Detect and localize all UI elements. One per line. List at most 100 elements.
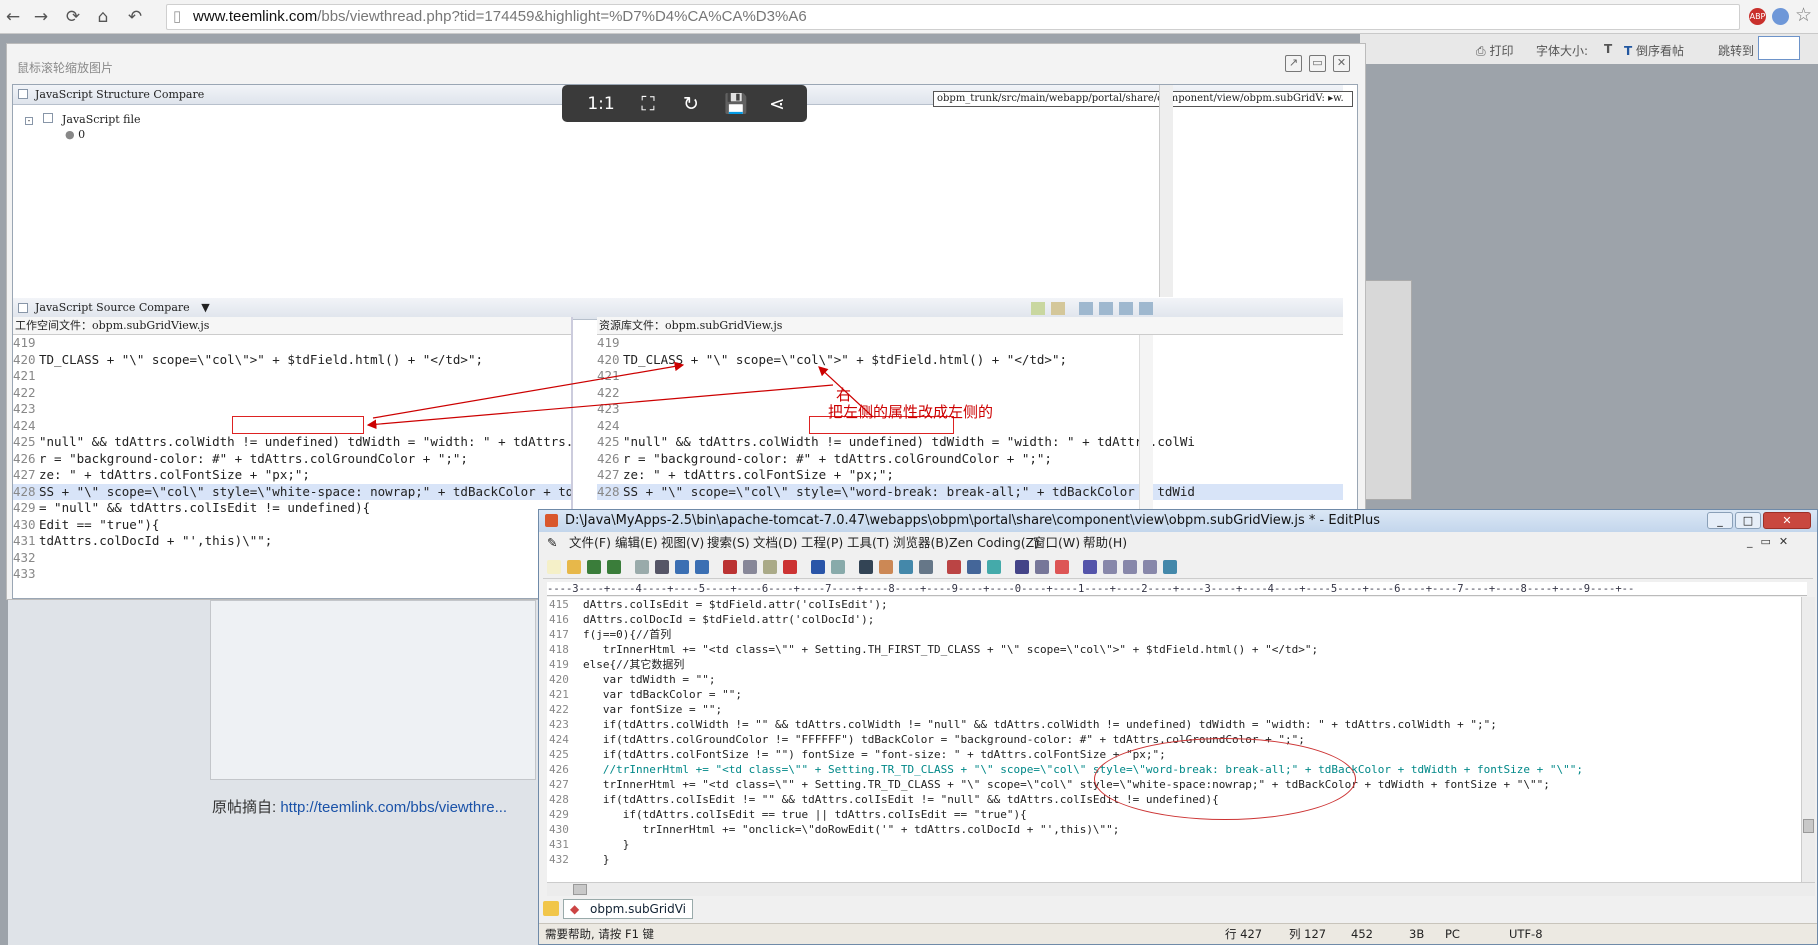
- line-text: trInnerHtml += "onclick=\"doRowEdit('" +…: [583, 823, 1120, 836]
- print-icon: ⎙: [1476, 44, 1486, 58]
- save-all-icon[interactable]: [607, 560, 621, 574]
- bookmark-star-icon[interactable]: ☆: [1795, 4, 1812, 26]
- open-icon[interactable]: [567, 560, 581, 574]
- menu-item[interactable]: 浏览器(B): [893, 533, 949, 553]
- code-line: 419 else{//其它数据列: [547, 657, 1801, 672]
- rotate-icon[interactable]: ↻: [679, 92, 703, 116]
- home-icon[interactable]: ⌂: [92, 6, 114, 28]
- goto-icon[interactable]: [899, 560, 913, 574]
- mdi-controls[interactable]: _▭✕: [1747, 535, 1796, 548]
- back-icon[interactable]: ←: [2, 6, 24, 28]
- paste-icon[interactable]: [763, 560, 777, 574]
- share-icon[interactable]: ⋖: [765, 92, 789, 116]
- status-column: 列 127: [1289, 927, 1327, 941]
- close-icon[interactable]: ✕: [1333, 55, 1350, 72]
- menu-item[interactable]: Zen Coding(Z): [949, 533, 1039, 553]
- document-tab[interactable]: ◆ obpm.subGridVi: [563, 899, 693, 919]
- restore-icon[interactable]: ▭: [1309, 55, 1326, 72]
- code-line: 416 dAttrs.colDocId = $tdField.attr('colD…: [547, 612, 1801, 627]
- address-bar[interactable]: ▯ www.teemlink.com/bbs/viewthread.php?ti…: [166, 4, 1740, 30]
- line-number: 421: [549, 688, 569, 701]
- source-line: 原帖摘自: http://teemlink.com/bbs/viewthre..…: [212, 796, 507, 817]
- forward-icon[interactable]: →: [30, 6, 52, 28]
- cut-icon[interactable]: [723, 560, 737, 574]
- source-label: 原帖摘自:: [212, 799, 277, 816]
- hex-icon[interactable]: [967, 560, 981, 574]
- menu-item[interactable]: 工具(T): [847, 533, 889, 553]
- font-size-toggle[interactable]: T: [1604, 42, 1612, 56]
- browser-icon[interactable]: [1083, 560, 1097, 574]
- code-line: 422 var fontSize = "";: [547, 702, 1801, 717]
- menu-item[interactable]: 编辑(E): [615, 533, 658, 553]
- background-image-fragment: [1364, 280, 1412, 500]
- adblock-icon[interactable]: ABP: [1749, 8, 1766, 25]
- replace-icon[interactable]: [879, 560, 893, 574]
- annotation-text: 右 把左侧的属性改成左侧的: [828, 387, 993, 421]
- menu-item[interactable]: 搜索(S): [707, 533, 750, 553]
- menu-item[interactable]: 文档(D): [753, 533, 797, 553]
- print-preview-icon[interactable]: [635, 560, 649, 574]
- menu-item[interactable]: 窗口(W): [1033, 533, 1080, 553]
- line-text: dAttrs.colIsEdit = $tdField.attr('colIsE…: [583, 598, 888, 611]
- vertical-scroll-thumb[interactable]: [1803, 819, 1814, 833]
- new-file-icon[interactable]: [547, 560, 561, 574]
- line-number: 424: [549, 733, 569, 746]
- line-number: 420: [549, 673, 569, 686]
- reverse-order-link[interactable]: T 倒序看帖: [1624, 42, 1684, 59]
- menu-item[interactable]: 工程(P): [801, 533, 843, 553]
- annotation-line-1: 右: [836, 386, 852, 404]
- check-icon[interactable]: [1055, 560, 1069, 574]
- indent-icon[interactable]: [919, 560, 933, 574]
- print-link[interactable]: ⎙ 打印: [1476, 42, 1513, 59]
- word-wrap-icon[interactable]: [987, 560, 1001, 574]
- line-number: 416: [549, 613, 569, 626]
- reload-icon[interactable]: ⟳: [62, 6, 84, 28]
- statusbar: 需要帮助, 请按 F1 键 行 427 列 127 452 3B PC UTF-…: [539, 923, 1817, 944]
- split-icon[interactable]: [1103, 560, 1117, 574]
- horizontal-scrollbar[interactable]: [547, 882, 1815, 896]
- tile-icon[interactable]: [1143, 560, 1157, 574]
- find-icon[interactable]: [859, 560, 873, 574]
- save-icon[interactable]: 💾: [724, 92, 748, 116]
- menu-item[interactable]: 文件(F): [569, 533, 611, 553]
- jump-to-label: 跳转到: [1718, 44, 1755, 58]
- menu-item[interactable]: 帮助(H): [1083, 533, 1127, 553]
- help-icon[interactable]: [1163, 560, 1177, 574]
- maximize-button[interactable]: □: [1735, 512, 1761, 529]
- folder-icon[interactable]: [543, 901, 559, 916]
- line-text: if(tdAttrs.colIsEdit == true || tdAttrs.…: [583, 808, 1027, 821]
- editplus-code[interactable]: 415 dAttrs.colIsEdit = $tdField.attr('col…: [547, 597, 1801, 882]
- ruler-icon[interactable]: [1035, 560, 1049, 574]
- window-icon[interactable]: [1123, 560, 1137, 574]
- line-number-icon[interactable]: [1015, 560, 1029, 574]
- spell-icon[interactable]: [675, 560, 689, 574]
- line-text: dAttrs.colDocId = $tdField.attr('colDocI…: [583, 613, 875, 626]
- fit-screen-icon[interactable]: ⛶: [636, 92, 660, 116]
- print-icon[interactable]: [655, 560, 669, 574]
- save-icon[interactable]: [587, 560, 601, 574]
- horizontal-scroll-thumb[interactable]: [573, 884, 587, 895]
- delete-icon[interactable]: [783, 560, 797, 574]
- refresh-icon[interactable]: [695, 560, 709, 574]
- actual-size-button[interactable]: 1:1: [584, 92, 618, 116]
- minimize-button[interactable]: _: [1707, 512, 1733, 529]
- undo-icon[interactable]: ↶: [124, 6, 146, 28]
- post-screenshot-thumbnail[interactable]: [210, 600, 536, 780]
- line-text: var tdWidth = "";: [583, 673, 716, 686]
- font-icon[interactable]: [947, 560, 961, 574]
- line-text: var fontSize = "";: [583, 703, 723, 716]
- line-number: 415: [549, 598, 569, 611]
- source-link[interactable]: http://teemlink.com/bbs/viewthre...: [280, 799, 507, 816]
- menu-item[interactable]: 视图(V): [661, 533, 704, 553]
- extension-icon[interactable]: [1772, 8, 1789, 25]
- redo-icon[interactable]: [831, 560, 845, 574]
- open-external-icon[interactable]: ↗: [1285, 55, 1302, 72]
- vertical-scrollbar[interactable]: [1801, 597, 1815, 882]
- status-mode: PC: [1445, 927, 1460, 941]
- line-number: 427: [549, 778, 569, 791]
- jump-to-select[interactable]: [1758, 36, 1800, 60]
- editplus-app-icon: [545, 514, 558, 527]
- copy-icon[interactable]: [743, 560, 757, 574]
- close-window-button[interactable]: ✕: [1763, 512, 1811, 529]
- undo-icon[interactable]: [811, 560, 825, 574]
